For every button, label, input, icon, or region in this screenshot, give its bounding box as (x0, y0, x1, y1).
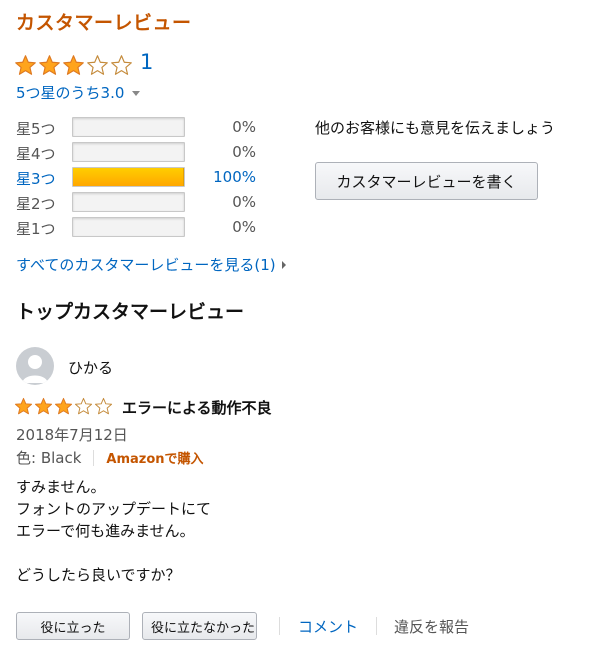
helpful-button[interactable]: 役に立った (16, 612, 130, 640)
review-title[interactable]: エラーによる動作不良 (122, 397, 272, 418)
review-actions: 役に立った 役に立たなかった コメント 違反を報告 (16, 612, 469, 640)
action-divider (376, 617, 378, 635)
histogram-bar (72, 167, 185, 187)
histogram-percent: 0% (232, 143, 256, 161)
histogram-row-3[interactable]: 星3つ 100% (16, 166, 256, 191)
review-body-line (16, 542, 211, 564)
star-empty-icon (74, 397, 93, 415)
histogram-label: 星5つ (16, 120, 56, 138)
histogram-bar (72, 217, 185, 237)
share-prompt: 他のお客様にも意見を伝えましょう (315, 119, 556, 137)
star-filled-icon (15, 54, 36, 75)
user-silhouette-icon (22, 355, 48, 383)
histogram-percent: 0% (232, 118, 256, 136)
chevron-right-icon (281, 260, 286, 269)
all-reviews-label: すべてのカスタマーレビューを見る(1) (16, 256, 276, 274)
rating-dropdown[interactable]: 5つ星のうち3.0 (16, 82, 141, 103)
histogram-row-1[interactable]: 星1つ 0% (16, 216, 256, 241)
reviewer-name[interactable]: ひかる (68, 357, 113, 378)
summary-star-rating[interactable] (14, 52, 134, 78)
review-star-rating (14, 397, 114, 416)
histogram-label: 星3つ (16, 170, 56, 188)
write-review-button[interactable]: カスタマーレビューを書く (315, 162, 538, 200)
star-filled-icon (14, 397, 33, 415)
histogram-label: 星2つ (16, 195, 56, 213)
review-date: 2018年7月12日 (16, 426, 128, 444)
comment-link[interactable]: コメント (298, 616, 358, 637)
histogram-row-5[interactable]: 星5つ 0% (16, 116, 256, 141)
verified-purchase-badge: Amazonで購入 (106, 452, 204, 467)
histogram-bar (72, 117, 185, 137)
histogram-percent: 0% (232, 193, 256, 211)
review-meta: 色: Black Amazonで購入 (16, 447, 204, 468)
all-reviews-link[interactable]: すべてのカスタマーレビューを見る(1) (16, 254, 286, 275)
star-empty-icon (111, 54, 132, 75)
meta-divider (93, 449, 95, 466)
top-reviews-title: トップカスタマーレビュー (16, 301, 245, 323)
star-empty-icon (87, 54, 108, 75)
histogram-row-2[interactable]: 星2つ 0% (16, 191, 256, 216)
star-filled-icon (54, 397, 73, 415)
review-count-link[interactable]: 1 (140, 50, 153, 74)
review-body-line: どうしたら良いですか？ (16, 566, 181, 584)
rating-text: 5つ星のうち3.0 (16, 84, 125, 102)
histogram-percent: 100% (213, 168, 256, 186)
product-variant: 色: Black (16, 449, 82, 467)
review-body-line: フォントのアップデートにて (16, 500, 212, 518)
review-body-line: すみません。 (16, 478, 106, 496)
histogram-bar (72, 192, 185, 212)
histogram-label: 星4つ (16, 145, 56, 163)
report-abuse-link[interactable]: 違反を報告 (394, 616, 469, 637)
star-filled-icon (39, 54, 60, 75)
histogram-percent: 0% (232, 218, 256, 236)
histogram-row-4[interactable]: 星4つ 0% (16, 141, 256, 166)
rating-histogram: 星5つ 0% 星4つ 0% 星3つ 100% 星2つ 0% 星1つ 0% (16, 116, 256, 241)
star-filled-icon (34, 397, 53, 415)
histogram-fill (73, 168, 184, 186)
review-body: すみません。 フォントのアップデートにて エラーで何も進みません。 どうしたら良… (16, 476, 211, 586)
action-divider (279, 617, 280, 635)
histogram-label: 星1つ (16, 220, 56, 238)
review-body-line: エラーで何も進みません。 (16, 522, 195, 540)
star-filled-icon (63, 54, 84, 75)
not-helpful-button[interactable]: 役に立たなかった (142, 612, 257, 640)
star-empty-icon (94, 397, 113, 415)
avatar[interactable] (16, 347, 54, 385)
histogram-bar (72, 142, 185, 162)
caret-down-icon (132, 91, 141, 96)
section-title: カスタマーレビュー (16, 12, 192, 34)
